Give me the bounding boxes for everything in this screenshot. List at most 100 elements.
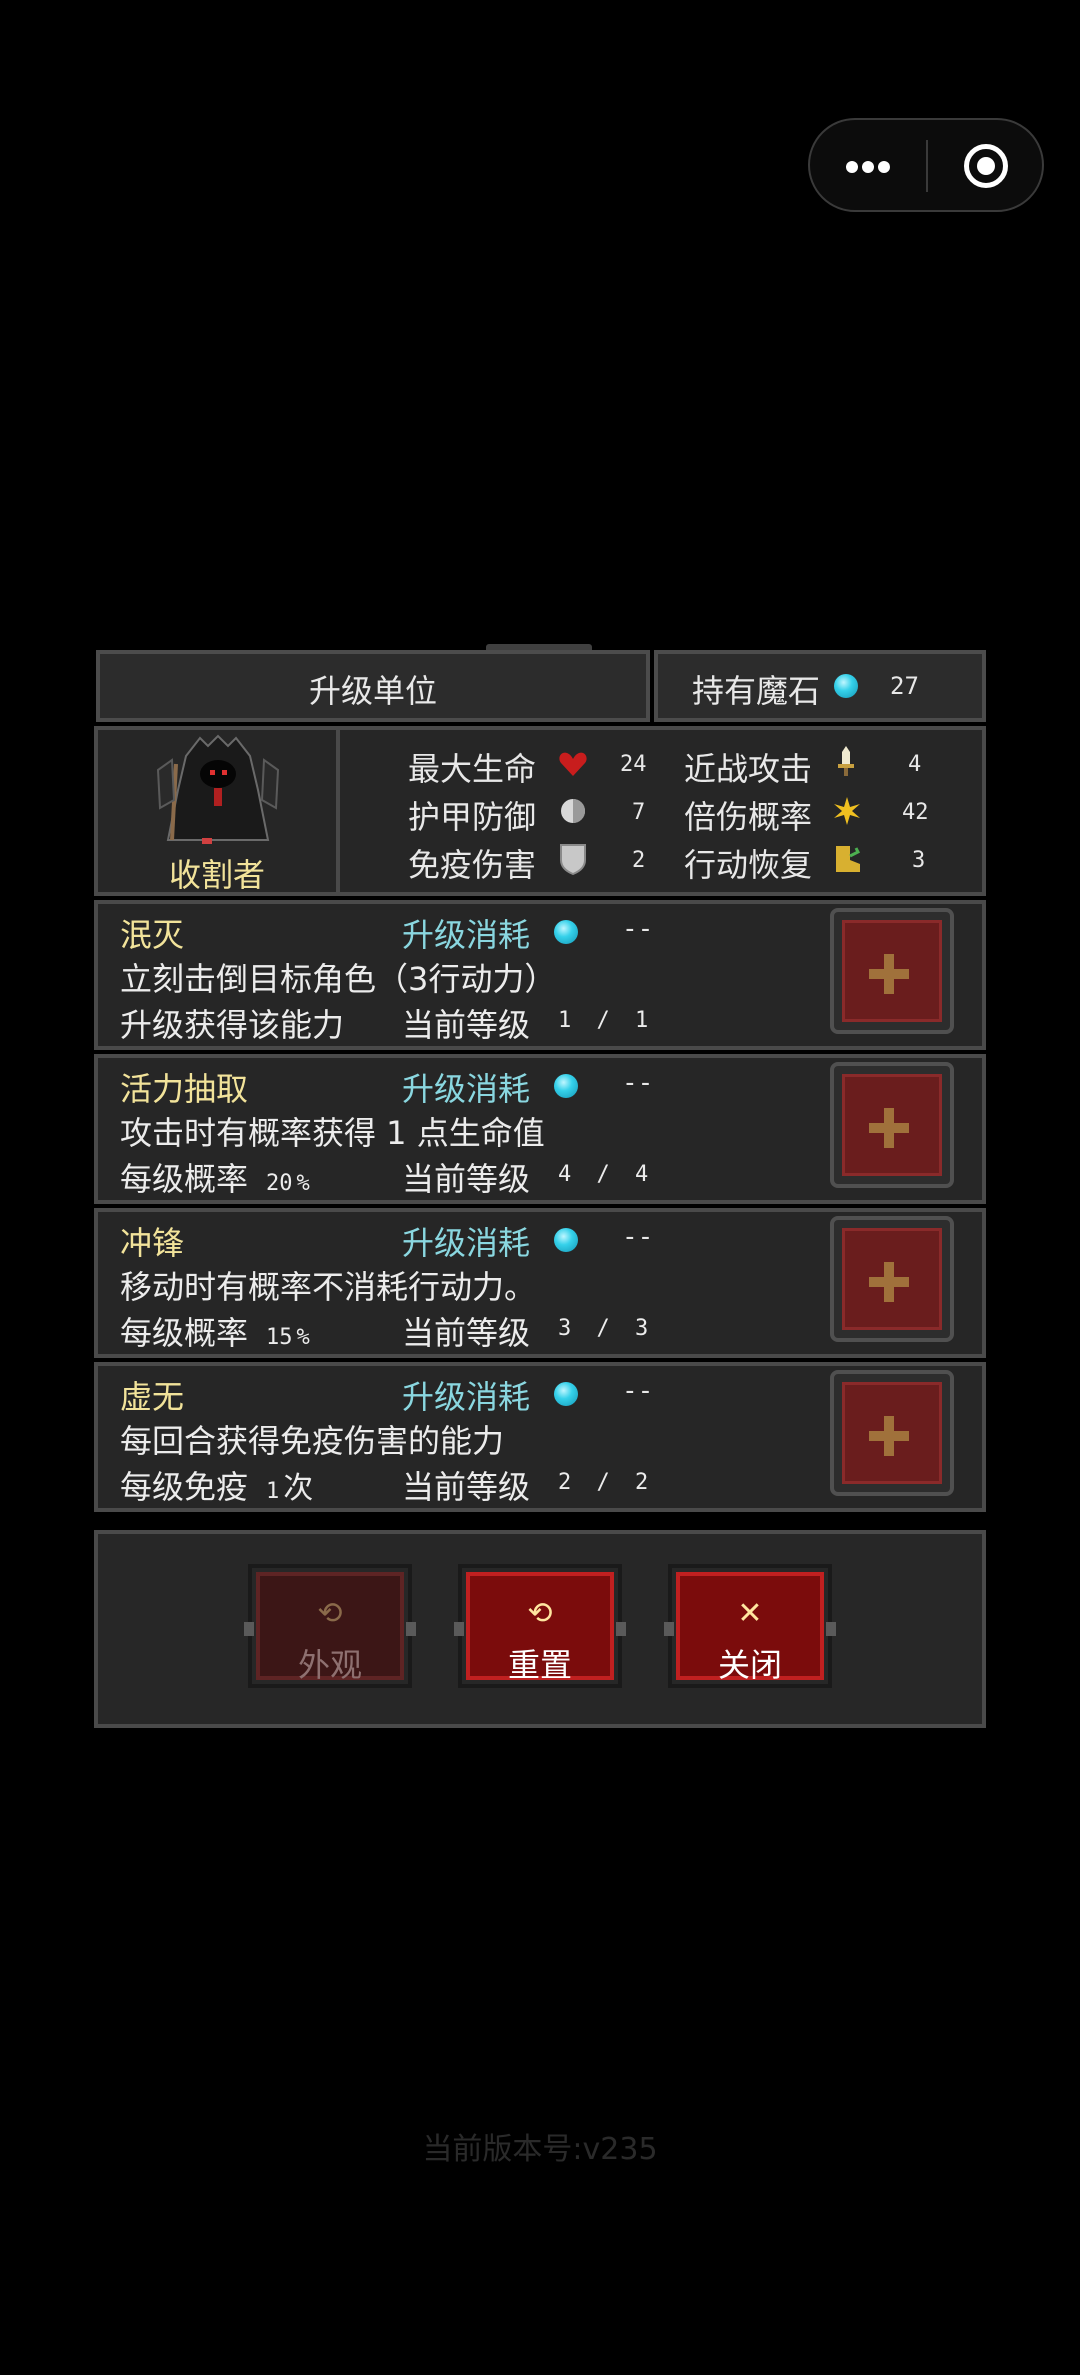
stat-value-recovery: 3	[912, 848, 926, 873]
skill-stat: 每级免疫 1 次	[120, 1462, 313, 1508]
skill-stat-label: 升级获得该能力	[120, 1006, 345, 1044]
reset-label: 重置	[507, 1646, 572, 1684]
unit-portrait: 收割者	[98, 730, 340, 894]
action-bar: ⟲ 外观 ⟲ 重置 ✕ 关闭	[94, 1530, 986, 1728]
reset-button[interactable]: ⟲ 重置	[454, 1564, 626, 1688]
button-knob	[826, 1622, 836, 1636]
current-level-value: 3 / 3	[558, 1316, 649, 1341]
unit-stats-panel: 收割者 最大生命 24 护甲防御 7 免疫伤害 2 近战攻击 4 倍伤概率 42…	[94, 726, 986, 896]
appearance-label: 外观	[297, 1646, 362, 1684]
refresh-icon: ⟲	[527, 1596, 553, 1631]
stat-value-melee: 4	[908, 752, 922, 777]
upgrade-cost-value: --	[622, 1222, 654, 1252]
skill-stat-unit: %	[296, 1171, 310, 1196]
appearance-button[interactable]: ⟲ 外观	[244, 1564, 416, 1688]
skill-row-vitality-drain: 活力抽取 升级消耗 -- 攻击时有概率获得 1 点生命值 每级概率 20% 当前等…	[94, 1054, 986, 1204]
skill-stat-unit: %	[296, 1325, 310, 1350]
target-circle-core	[977, 157, 995, 175]
shield-round-icon	[561, 799, 585, 823]
plus-icon	[884, 1416, 894, 1456]
page-title: 升级单位	[308, 672, 437, 710]
current-level-label: 当前等级	[402, 1160, 531, 1198]
skill-stat-label: 每级概率	[120, 1314, 249, 1352]
button-knob	[406, 1622, 416, 1636]
skill-name: 泯灭	[120, 916, 185, 954]
skill-name: 冲锋	[120, 1224, 185, 1262]
more-button[interactable]	[810, 120, 926, 210]
skill-stat-value: 1	[266, 1479, 280, 1504]
current-level-label: 当前等级	[402, 1468, 531, 1506]
button-face: ⟲ 重置	[466, 1572, 614, 1684]
button-knob	[244, 1622, 254, 1636]
stat-label-crit: 倍伤概率	[684, 798, 813, 836]
current-level-label: 当前等级	[402, 1006, 531, 1044]
more-dots-icon	[846, 161, 858, 173]
upgrade-plus-button[interactable]	[830, 908, 954, 1034]
skill-row-obliterate: 泯灭 升级消耗 -- 立刻击倒目标角色（3行动力） 升级获得该能力 当前等级 1…	[94, 900, 986, 1050]
skill-description: 移动时有概率不消耗行动力。	[120, 1268, 537, 1306]
stat-value-crit: 42	[902, 800, 929, 825]
upgrade-cost-value: --	[622, 1068, 654, 1098]
skill-description: 每回合获得免疫伤害的能力	[120, 1422, 505, 1460]
button-knob	[454, 1622, 464, 1636]
close-button[interactable]: ✕ 关闭	[664, 1564, 836, 1688]
magic-stone-icon	[554, 920, 578, 944]
stat-value-max-hp: 24	[620, 752, 647, 777]
skill-stat-unit: 次	[283, 1471, 314, 1506]
skill-stat-label: 每级概率	[120, 1160, 249, 1198]
button-knob	[664, 1622, 674, 1636]
upgrade-cost-label: 升级消耗	[402, 916, 531, 954]
plus-button-face	[842, 1382, 942, 1484]
exit-button[interactable]	[928, 120, 1042, 210]
skill-row-void: 虚无 升级消耗 -- 每回合获得免疫伤害的能力 每级免疫 1 次 当前等级 2 / …	[94, 1362, 986, 1512]
skill-description: 攻击时有概率获得 1 点生命值	[120, 1114, 545, 1152]
stat-label-recovery: 行动恢复	[684, 846, 813, 884]
reaper-avatar	[156, 734, 280, 844]
stat-label-immunity: 免疫伤害	[408, 846, 537, 884]
magic-stone-icon	[554, 1382, 578, 1406]
stones-bar: 持有魔石 27	[654, 650, 986, 722]
button-face: ⟲ 外观	[256, 1572, 404, 1684]
skill-stat: 每级概率 20%	[120, 1154, 314, 1200]
plus-icon	[884, 954, 894, 994]
skill-stat: 每级概率 15%	[120, 1308, 314, 1354]
plus-button-face	[842, 1228, 942, 1330]
current-level-value: 1 / 1	[558, 1008, 649, 1033]
button-knob	[616, 1622, 626, 1636]
unit-name: 收割者	[168, 856, 265, 894]
skill-row-charge: 冲锋 升级消耗 -- 移动时有概率不消耗行动力。 每级概率 15% 当前等级 3 …	[94, 1208, 986, 1358]
stat-value-immunity: 2	[632, 848, 646, 873]
shield-icon	[560, 844, 586, 876]
stones-value: 27	[890, 672, 919, 700]
stat-value-armor: 7	[632, 800, 646, 825]
skill-name: 活力抽取	[120, 1070, 249, 1108]
magic-stone-icon	[554, 1228, 578, 1252]
stat-label-max-hp: 最大生命	[408, 750, 537, 788]
upgrade-title-bar: 升级单位	[96, 650, 650, 722]
skill-name: 虚无	[120, 1378, 185, 1416]
plus-icon	[884, 1108, 894, 1148]
current-level-value: 4 / 4	[558, 1162, 649, 1187]
button-face: ✕ 关闭	[676, 1572, 824, 1684]
magic-stone-icon	[834, 674, 858, 698]
stones-label: 持有魔石	[692, 672, 821, 710]
mini-program-capsule	[808, 118, 1044, 212]
skill-stat: 升级获得该能力	[120, 1000, 344, 1046]
upgrade-cost-label: 升级消耗	[402, 1070, 531, 1108]
upgrade-plus-button[interactable]	[830, 1370, 954, 1496]
upgrade-cost-value: --	[622, 1376, 654, 1406]
upgrade-plus-button[interactable]	[830, 1062, 954, 1188]
heart-icon	[559, 752, 587, 776]
current-level-value: 2 / 2	[558, 1470, 649, 1495]
upgrade-cost-value: --	[622, 914, 654, 944]
skill-stat-value: 20	[266, 1171, 293, 1196]
plus-button-face	[842, 920, 942, 1022]
version-label: 当前版本号:v235	[422, 2132, 658, 2167]
refresh-icon: ⟲	[317, 1596, 343, 1631]
skill-stat-label: 每级免疫	[120, 1468, 249, 1506]
upgrade-plus-button[interactable]	[830, 1216, 954, 1342]
current-level-label: 当前等级	[402, 1314, 531, 1352]
boot-icon	[836, 846, 861, 872]
close-label: 关闭	[717, 1646, 782, 1684]
magic-stone-icon	[554, 1074, 578, 1098]
